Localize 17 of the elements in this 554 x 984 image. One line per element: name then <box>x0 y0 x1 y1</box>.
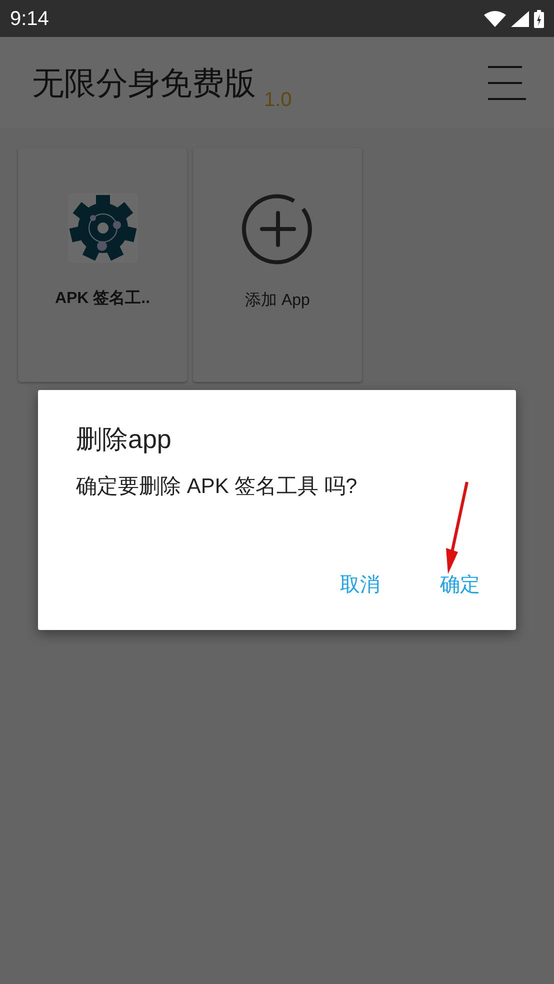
app-tile[interactable]: APK 签名工.. <box>18 148 187 382</box>
app-label: APK 签名工.. <box>54 288 150 309</box>
app-tile[interactable]: 添加 App <box>193 148 362 382</box>
app-title: 无限分身免费版 <box>32 64 256 102</box>
battery-icon <box>534 10 544 28</box>
add-circle-icon <box>242 193 314 265</box>
app-label: 添加 App <box>245 290 310 311</box>
gear-icon <box>68 193 138 263</box>
signal-icon <box>511 10 529 26</box>
status-time: 9:14 <box>10 6 49 32</box>
dialog-button[interactable]: 取消 <box>330 568 390 602</box>
menu-button[interactable] <box>488 66 526 100</box>
version-label: 1.0 <box>264 88 292 112</box>
wifi-icon <box>484 10 506 26</box>
dialog-message: 确定要删除 APK 签名工具 吗? <box>76 474 358 500</box>
dialog-button[interactable]: 确定 <box>430 568 490 602</box>
dialog-title: 删除app <box>76 423 172 456</box>
